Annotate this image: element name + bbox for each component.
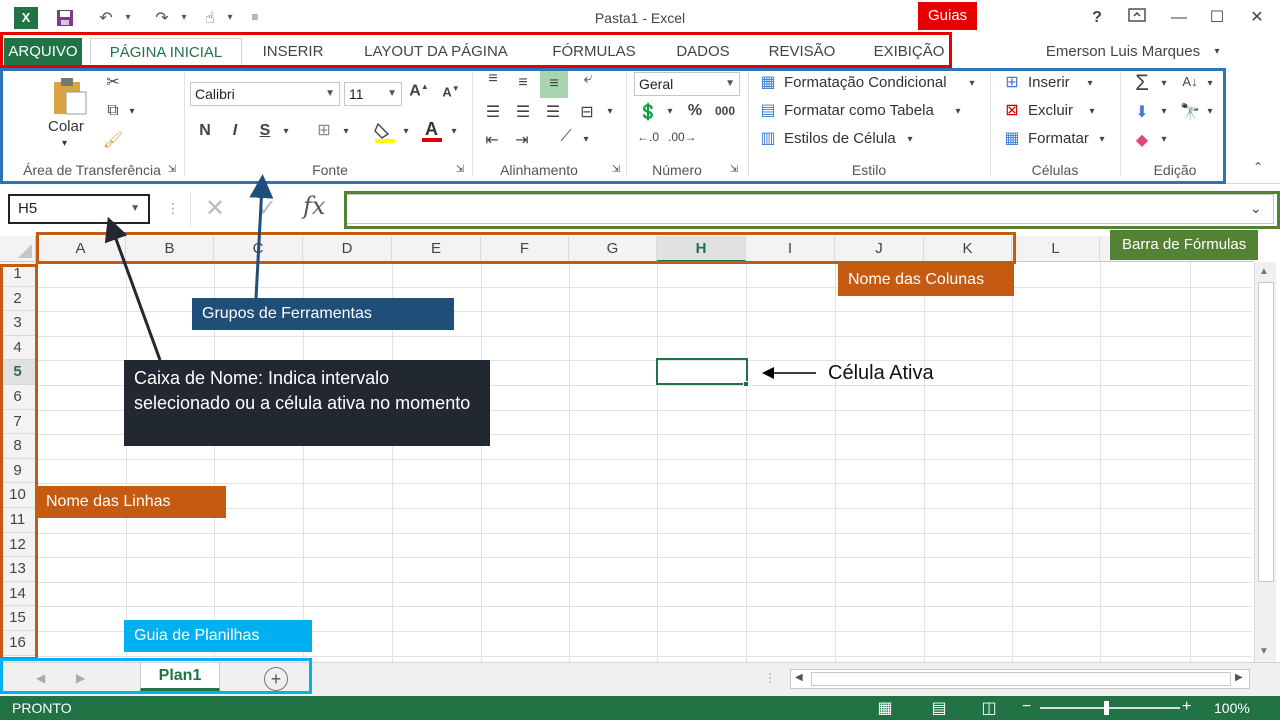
annotation-arrows: [104, 174, 816, 379]
namebox-arrow: [104, 216, 162, 361]
excel-window: X ↶ ▾ ↷ ▾ ☝ ▾ ≡ Pasta1 - Excel ? — ☐ ✕ A…: [0, 0, 1280, 720]
tools-arrow: [249, 174, 274, 299]
